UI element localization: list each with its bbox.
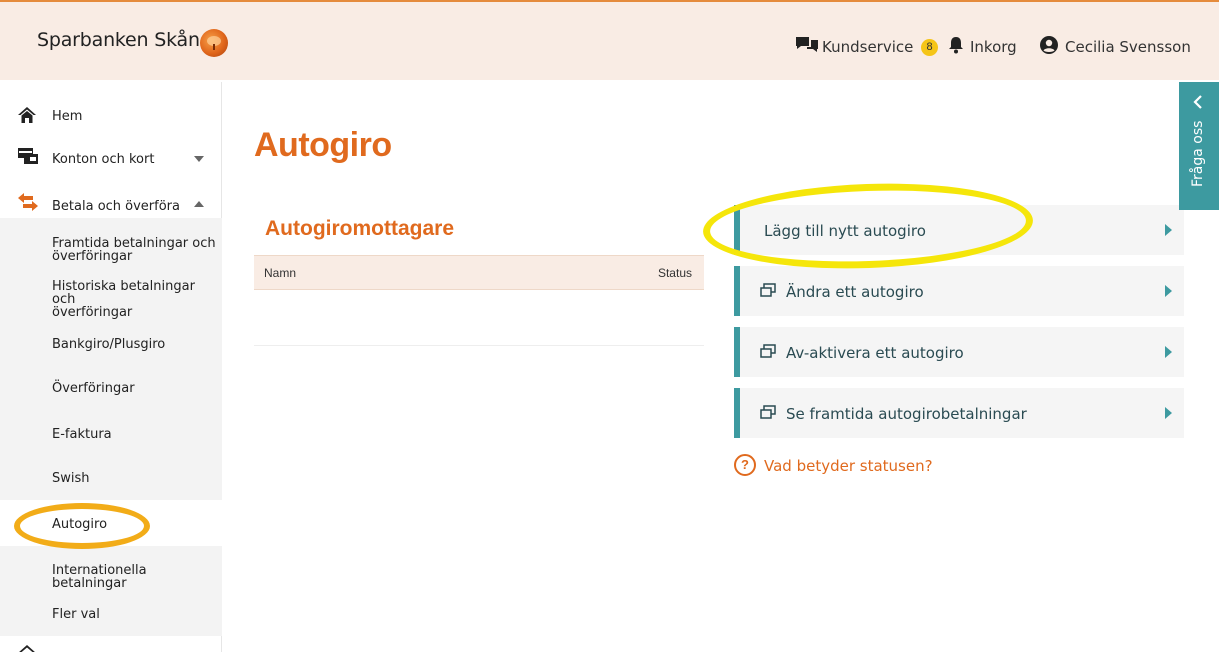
chevron-right-icon: [1165, 407, 1172, 419]
user-name[interactable]: Cecilia Svensson: [1065, 38, 1191, 56]
chevron-right-icon: [1165, 224, 1172, 236]
transfer-arrows-icon: [18, 193, 38, 211]
top-header: Sparbanken Skåne Kundservice 8 Inkorg Ce…: [0, 0, 1219, 80]
submenu-framtida[interactable]: Framtida betalningar och överföringar: [52, 237, 216, 263]
card-icon: [18, 148, 38, 164]
sidebar-item-konton[interactable]: Konton och kort: [52, 152, 154, 167]
external-window-icon: [760, 283, 776, 297]
partial-home-icon: [19, 645, 35, 652]
edit-autogiro-label: Ändra ett autogiro: [786, 283, 924, 301]
future-payments-label: Se framtida autogirobetalningar: [786, 405, 1027, 423]
table-header: Namn Status: [254, 255, 704, 290]
question-mark-icon: ?: [734, 454, 756, 476]
deactivate-autogiro-button[interactable]: Av-aktivera ett autogiro: [734, 327, 1184, 377]
chevron-down-icon[interactable]: [193, 155, 205, 163]
submenu-efaktura[interactable]: E-faktura: [52, 428, 112, 441]
inbox-link[interactable]: Inkorg: [970, 38, 1017, 56]
sidebar-item-betala[interactable]: Betala och överföra: [52, 199, 180, 214]
user-icon[interactable]: [1040, 36, 1058, 54]
submenu-fler-val[interactable]: Fler val: [52, 608, 100, 621]
edit-autogiro-button[interactable]: Ändra ett autogiro: [734, 266, 1184, 316]
chat-icon[interactable]: [795, 35, 819, 55]
chevron-right-icon: [1165, 285, 1172, 297]
home-icon: [18, 107, 36, 123]
external-window-icon: [760, 405, 776, 419]
tree-logo-icon[interactable]: [200, 29, 228, 57]
submenu-swish[interactable]: Swish: [52, 472, 90, 485]
future-autogiro-payments-button[interactable]: Se framtida autogirobetalningar: [734, 388, 1184, 438]
section-title: Autogiromottagare: [265, 217, 454, 240]
deactivate-autogiro-label: Av-aktivera ett autogiro: [786, 344, 964, 362]
ask-us-tab[interactable]: Fråga oss: [1179, 82, 1219, 210]
submenu-bankgiro[interactable]: Bankgiro/Plusgiro: [52, 338, 165, 351]
submenu-overforingar[interactable]: Överföringar: [52, 382, 135, 395]
chevron-left-icon[interactable]: [1191, 94, 1205, 110]
sidebar: Hem Konton och kort Betala och överföra …: [0, 82, 222, 652]
table-divider: [254, 345, 704, 346]
submenu-internationella[interactable]: Internationella betalningar: [52, 564, 221, 590]
status-help-label[interactable]: Vad betyder statusen?: [764, 457, 933, 475]
brand-name[interactable]: Sparbanken Skåne: [37, 29, 212, 51]
bell-icon[interactable]: [948, 36, 964, 54]
page-title: Autogiro: [254, 126, 392, 164]
sidebar-item-hem[interactable]: Hem: [52, 109, 82, 124]
submenu-historiska[interactable]: Historiska betalningar och överföringar: [52, 280, 221, 319]
column-header-status[interactable]: Status: [658, 266, 692, 280]
customer-service-link[interactable]: Kundservice: [822, 38, 913, 56]
external-window-icon: [760, 344, 776, 358]
chevron-right-icon: [1165, 346, 1172, 358]
column-header-namn[interactable]: Namn: [264, 266, 296, 280]
chevron-up-icon[interactable]: [193, 200, 205, 208]
orange-highlight-circle: [14, 503, 150, 549]
ask-us-label: Fråga oss: [1190, 120, 1206, 187]
yellow-highlight-circle: [701, 178, 1035, 274]
inbox-count-badge: 8: [921, 39, 938, 56]
